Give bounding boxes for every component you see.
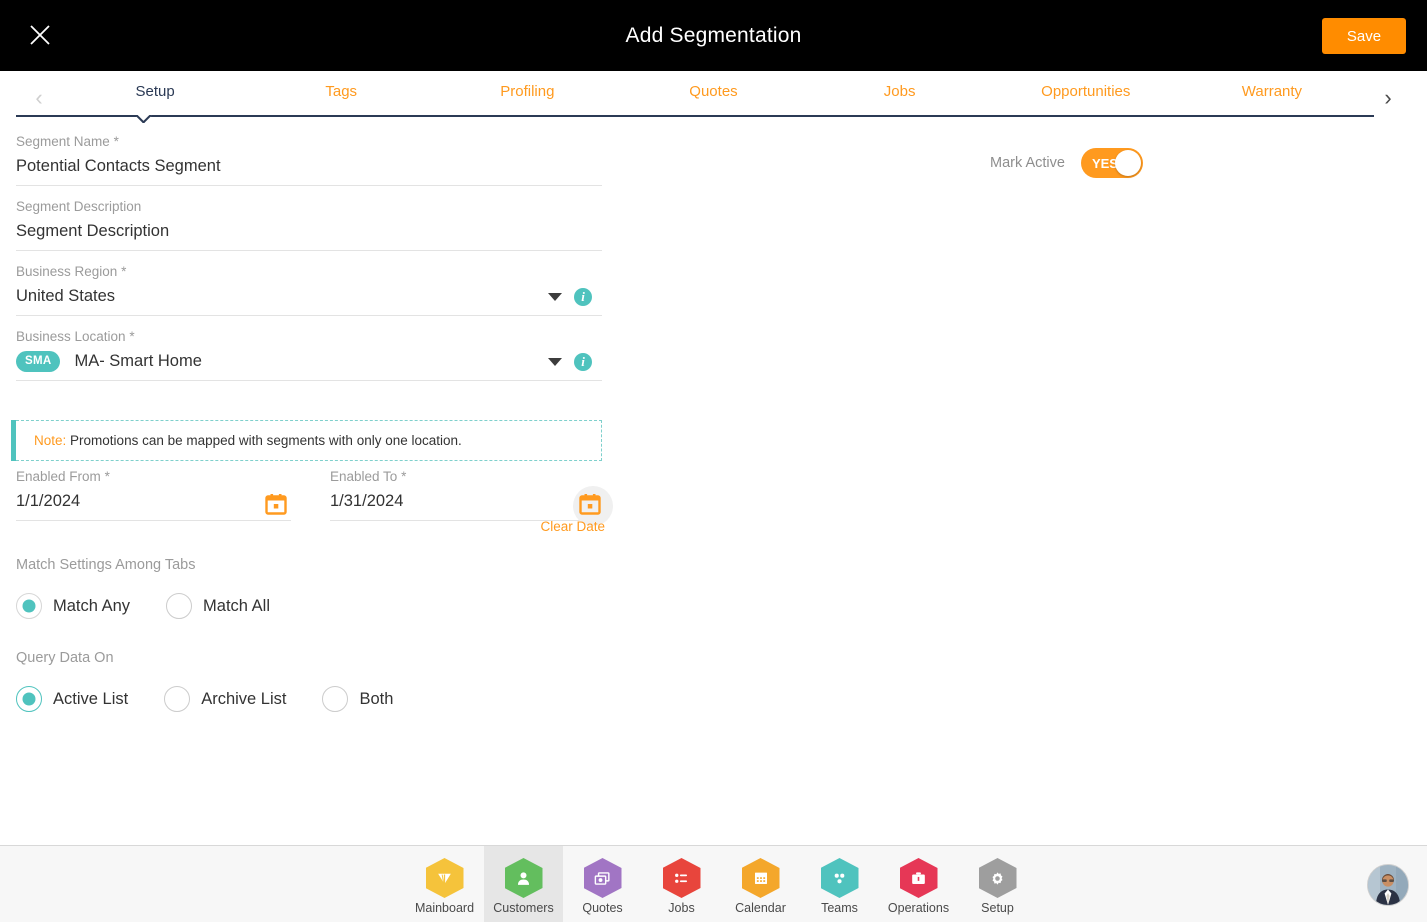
tab-underline — [16, 115, 1374, 117]
note-text: Note: Promotions can be mapped with segm… — [34, 433, 462, 448]
note-label: Note: — [34, 433, 67, 448]
nav-label: Teams — [821, 901, 858, 915]
page-title: Add Segmentation — [625, 23, 802, 47]
nav-label: Quotes — [582, 901, 623, 915]
query-data-on-label: Query Data On — [16, 650, 114, 666]
tab-warranty[interactable]: Warranty — [1179, 71, 1365, 100]
teams-icon — [820, 858, 859, 898]
business-location-field[interactable]: Business Location * SMA MA- Smart Home i — [16, 328, 602, 381]
radio-indicator[interactable] — [16, 593, 42, 619]
tab-profiling[interactable]: Profiling — [434, 71, 620, 100]
segment-name-input[interactable]: Potential Contacts Segment — [16, 151, 602, 185]
tab-setup[interactable]: Setup — [62, 71, 248, 100]
mark-active-group: Mark Active YES — [990, 148, 1143, 178]
match-settings-label: Match Settings Among Tabs — [16, 557, 196, 573]
quotes-icon — [583, 858, 622, 898]
nav-item-operations[interactable]: Operations — [879, 846, 958, 922]
business-region-field[interactable]: Business Region * United States i — [16, 263, 602, 316]
business-location-value[interactable]: SMA MA- Smart Home — [16, 346, 602, 380]
enabled-to-field[interactable]: Enabled To * 1/31/2024 — [330, 468, 613, 526]
calendar-icon[interactable] — [579, 493, 601, 515]
segment-description-label: Segment Description — [16, 199, 142, 214]
note-banner: Note: Promotions can be mapped with segm… — [11, 420, 602, 461]
match-settings-radio-group: Match Any Match All — [16, 593, 306, 619]
jobs-icon — [662, 858, 701, 898]
radio-indicator[interactable] — [166, 593, 193, 619]
radio-match-any[interactable]: Match Any — [16, 593, 130, 619]
nav-item-list: Mainboard Customers Quotes Jobs Calendar… — [405, 846, 1037, 922]
save-button[interactable]: Save — [1322, 18, 1406, 54]
operations-icon — [899, 858, 938, 898]
setup-gear-icon — [978, 858, 1017, 898]
info-icon[interactable]: i — [574, 353, 592, 371]
calendar-icon — [741, 858, 780, 898]
toggle-knob — [1114, 150, 1141, 176]
enabled-from-label: Enabled From * — [16, 469, 110, 484]
nav-item-customers[interactable]: Customers — [484, 846, 563, 922]
nav-label: Customers — [493, 901, 554, 915]
chevron-down-icon[interactable] — [548, 358, 562, 366]
setup-form: Segment Name * Potential Contacts Segmen… — [0, 123, 1427, 845]
mainboard-icon — [425, 858, 464, 898]
nav-label: Mainboard — [414, 901, 475, 915]
nav-label: Operations — [887, 901, 950, 915]
nav-label: Jobs — [668, 901, 695, 915]
business-region-value[interactable]: United States — [16, 281, 602, 315]
nav-item-teams[interactable]: Teams — [800, 846, 879, 922]
modal-header: Add Segmentation Save — [0, 0, 1427, 71]
radio-match-all[interactable]: Match All — [166, 593, 270, 619]
clear-date-link[interactable]: Clear Date — [330, 519, 605, 534]
nav-item-calendar[interactable]: Calendar — [721, 846, 800, 922]
bottom-navigation-bar: Mainboard Customers Quotes Jobs Calendar… — [0, 845, 1427, 922]
nav-item-jobs[interactable]: Jobs — [642, 846, 721, 922]
tab-tags[interactable]: Tags — [248, 71, 434, 100]
calendar-icon[interactable] — [265, 493, 287, 515]
segment-description-field[interactable]: Segment Description Segment Description — [16, 198, 602, 251]
radio-indicator[interactable] — [16, 686, 42, 712]
radio-indicator[interactable] — [322, 686, 349, 712]
nav-label: Setup — [981, 901, 1014, 915]
user-avatar[interactable] — [1367, 864, 1409, 906]
customers-icon — [504, 858, 543, 898]
note-accent-bar — [11, 420, 16, 461]
tabs-next-arrow-icon[interactable]: › — [1375, 85, 1401, 111]
tab-jobs[interactable]: Jobs — [807, 71, 993, 100]
nav-label: Calendar — [735, 901, 786, 915]
enabled-from-field[interactable]: Enabled From * 1/1/2024 — [16, 468, 291, 521]
query-data-on-radio-group: Active List Archive List Both — [16, 686, 429, 712]
radio-active-list[interactable]: Active List — [16, 686, 128, 712]
nav-item-mainboard[interactable]: Mainboard — [405, 846, 484, 922]
segment-description-input[interactable]: Segment Description — [16, 216, 602, 250]
business-location-label: Business Location * — [16, 329, 135, 344]
location-code-badge: SMA — [16, 350, 61, 372]
enabled-to-label: Enabled To * — [330, 469, 407, 484]
chevron-down-icon[interactable] — [548, 293, 562, 301]
segment-name-label: Segment Name * — [16, 134, 119, 149]
radio-indicator[interactable] — [164, 686, 191, 712]
info-icon[interactable]: i — [574, 288, 592, 306]
radio-archive-list[interactable]: Archive List — [164, 686, 286, 712]
business-region-label: Business Region * — [16, 264, 127, 279]
tab-opportunities[interactable]: Opportunities — [993, 71, 1179, 100]
enabled-to-input[interactable]: 1/31/2024 — [330, 486, 605, 520]
radio-both[interactable]: Both — [322, 686, 393, 712]
mark-active-toggle[interactable]: YES — [1080, 148, 1143, 178]
tabs-prev-arrow-icon[interactable]: ‹ — [26, 85, 52, 111]
mark-active-label: Mark Active — [990, 155, 1065, 171]
nav-item-setup[interactable]: Setup — [958, 846, 1037, 922]
tab-quotes[interactable]: Quotes — [620, 71, 806, 100]
segmentation-modal: Add Segmentation Save ‹ Setup Tags Profi… — [0, 0, 1427, 922]
segment-name-field[interactable]: Segment Name * Potential Contacts Segmen… — [16, 133, 602, 186]
nav-item-quotes[interactable]: Quotes — [563, 846, 642, 922]
enabled-from-input[interactable]: 1/1/2024 — [16, 486, 291, 520]
